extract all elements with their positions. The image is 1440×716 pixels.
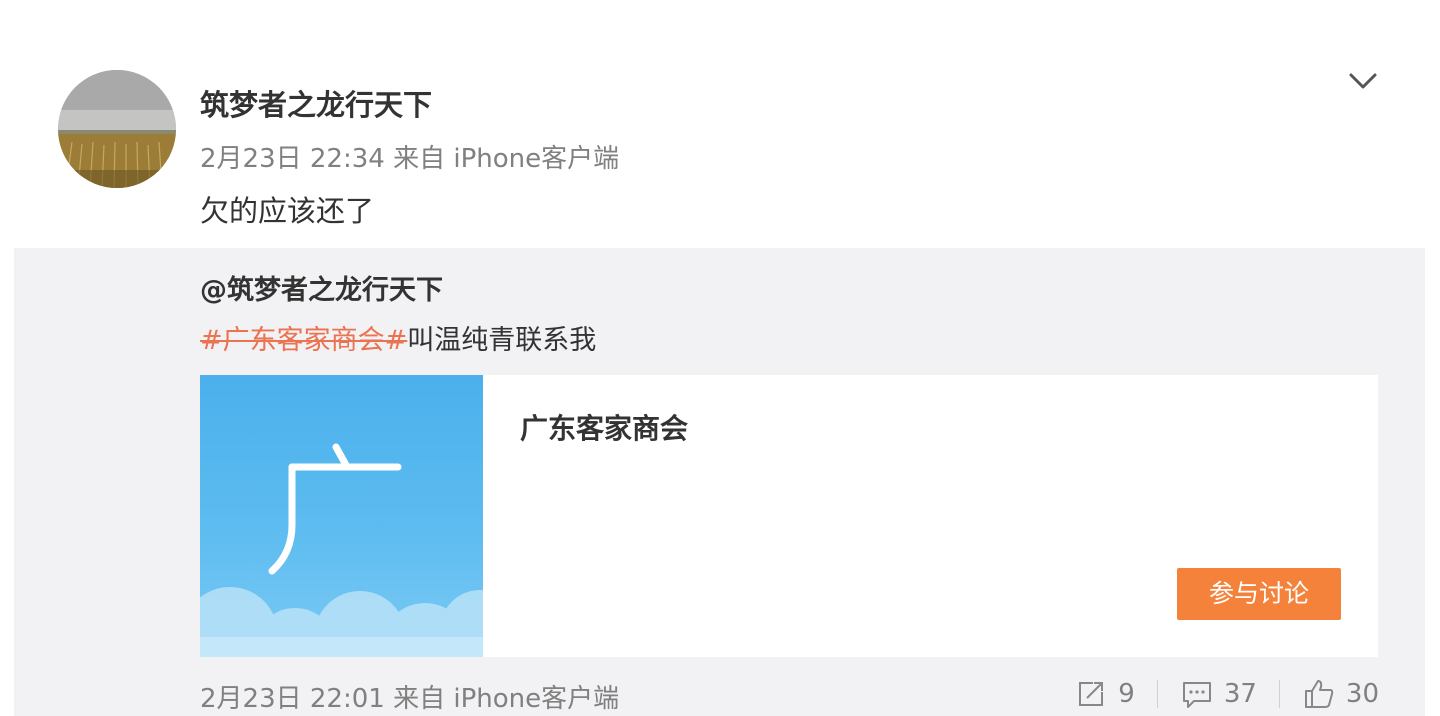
like-count: 30 (1345, 679, 1379, 709)
chevron-down-icon[interactable] (1345, 66, 1381, 96)
post-meta: 2月23日 22:34 来自 iPhone客户端 (200, 144, 620, 174)
topic-glyph-icon (268, 443, 402, 575)
repost-button[interactable]: 9 (1074, 677, 1135, 711)
post-text: 欠的应该还了 (200, 194, 375, 228)
repost-meta: 2月23日 22:01 来自 iPhone客户端 (200, 684, 620, 714)
repost-text: #广东客家商会#叫温纯青联系我 (200, 318, 596, 357)
topic-card-image (200, 375, 483, 657)
divider (1278, 680, 1280, 708)
divider (1156, 680, 1158, 708)
hashtag-link[interactable]: #广东客家商会# (200, 325, 407, 356)
repost-count: 9 (1118, 679, 1135, 709)
like-button[interactable]: 30 (1302, 677, 1379, 711)
topic-card[interactable]: 广东客家商会 参与讨论 (200, 375, 1378, 657)
comment-button[interactable]: 37 (1180, 677, 1257, 711)
repost-icon (1079, 682, 1104, 706)
repost-author[interactable]: @筑梦者之龙行天下 (200, 268, 443, 307)
repost-body: 叫温纯青联系我 (407, 325, 597, 356)
topic-card-title[interactable]: 广东客家商会 (520, 407, 688, 447)
comment-icon (1182, 682, 1211, 708)
join-discussion-button[interactable]: 参与讨论 (1177, 568, 1341, 620)
action-bar: 9 37 30 (1074, 674, 1379, 714)
like-icon (1304, 680, 1334, 708)
avatar[interactable] (58, 70, 176, 188)
comment-count: 37 (1223, 679, 1257, 709)
repost-block: @筑梦者之龙行天下 #广东客家商会#叫温纯青联系我 广东客家商会 参与讨论 2月… (14, 248, 1425, 716)
weibo-post: 筑梦者之龙行天下 2月23日 22:34 来自 iPhone客户端 欠的应该还了… (0, 0, 1440, 716)
author-name[interactable]: 筑梦者之龙行天下 (200, 82, 432, 124)
avatar-image (58, 70, 176, 188)
